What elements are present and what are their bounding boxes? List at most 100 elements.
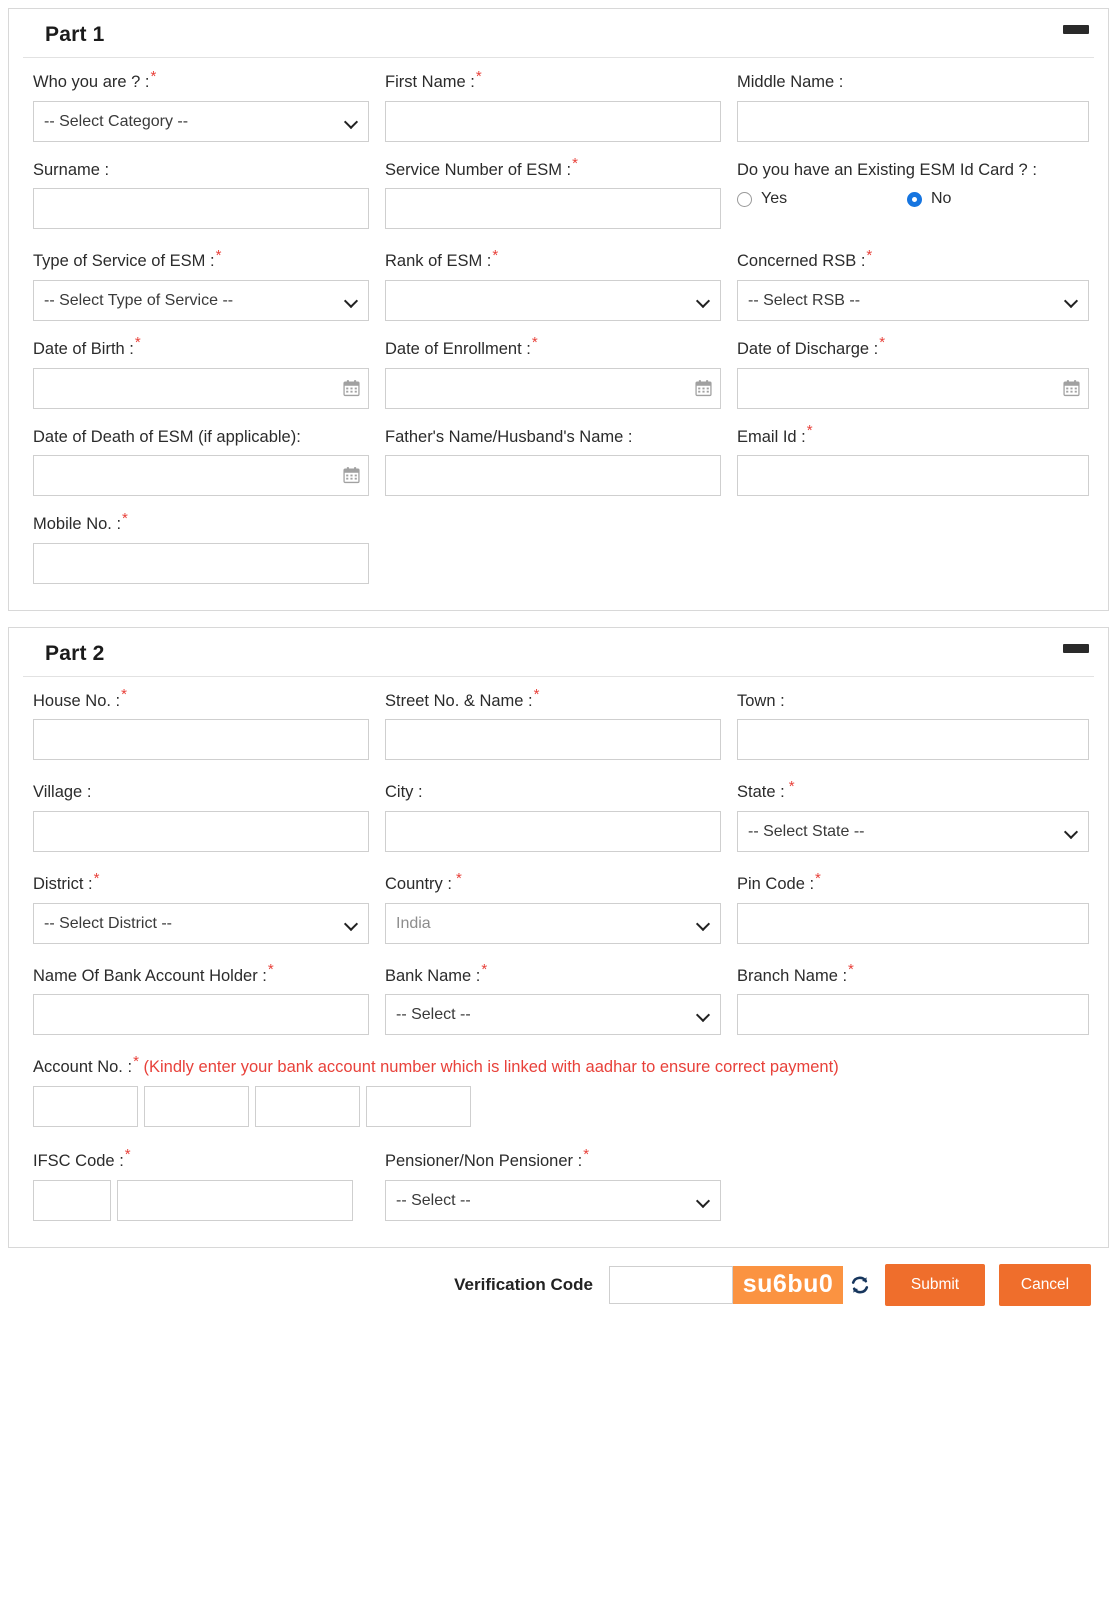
account-no-segment-2[interactable] [144,1085,249,1127]
father-husband-name-input[interactable] [385,455,721,497]
radio-option-no[interactable]: No [907,190,1077,208]
branch-name-input[interactable] [737,994,1089,1036]
country-select[interactable]: India [385,902,721,944]
mobile-no-input[interactable] [33,542,369,584]
field-bank-account-holder: Name Of Bank Account Holder :* [33,962,385,1036]
village-input[interactable] [33,811,369,852]
field-country: Country : * India [385,869,737,944]
state-select-wrap: -- Select State -- [737,811,1089,852]
rank-of-esm-select[interactable] [385,279,721,321]
radio-yes-label: Yes [761,190,788,208]
submit-button[interactable]: Submit [885,1263,985,1306]
field-rank-of-esm: Rank of ESM :* [385,248,737,321]
first-name-label: First Name :* [385,67,482,92]
type-of-service-select[interactable]: -- Select Type of Service -- [33,279,369,321]
refresh-icon [851,1276,869,1293]
who-you-are-select-wrap: -- Select Category -- [33,100,369,142]
date-of-death-input[interactable] [33,455,369,497]
field-surname: Surname : [33,160,385,230]
existing-esm-card-label: Do you have an Existing ESM Id Card ? : [737,160,1037,179]
city-input[interactable] [385,811,721,852]
field-middle-name: Middle Name : [737,72,1089,142]
account-no-note: (Kindly enter your bank account number w… [143,1058,839,1077]
part1-panel: Part 1 Who you are ? :* -- Select Catego… [8,8,1109,611]
account-no-label: Account No. :* (Kindly enter your bank a… [33,1052,839,1077]
pensioner-select[interactable]: -- Select -- [385,1179,721,1221]
form-row: Surname : Service Number of ESM :* Do yo… [33,156,1084,230]
pin-code-label: Pin Code :* [737,869,821,894]
part2-body: House No. :* Street No. & Name :* Town :… [9,677,1108,1247]
field-first-name: First Name :* [385,67,737,142]
rank-of-esm-select-wrap [385,279,721,321]
who-you-are-select[interactable]: -- Select Category -- [33,100,369,142]
street-no-name-input[interactable] [385,719,721,761]
account-no-segment-3[interactable] [255,1085,360,1127]
surname-input[interactable] [33,188,369,230]
ifsc-code-segment-1[interactable] [33,1179,111,1221]
type-of-service-select-wrap: -- Select Type of Service -- [33,279,369,321]
minus-icon[interactable] [1063,643,1089,653]
district-select-wrap: -- Select District -- [33,902,369,944]
date-of-discharge-label: Date of Discharge :* [737,334,886,358]
house-no-label: House No. :* [33,686,127,710]
state-label: State : * [737,777,795,802]
service-number-input[interactable] [385,188,721,230]
field-mobile-no: Mobile No. :* [33,509,385,584]
field-date-of-enrollment: Date of Enrollment :* [385,335,737,409]
verification-code-input[interactable] [609,1265,733,1304]
field-date-of-birth: Date of Birth :* [33,335,385,409]
house-no-input[interactable] [33,719,369,761]
surname-label: Surname : [33,160,110,179]
account-no-group [33,1085,1084,1127]
district-select[interactable]: -- Select District -- [33,902,369,944]
village-label: Village : [33,783,92,802]
field-district: District :* -- Select District -- [33,871,385,944]
bank-name-select[interactable]: -- Select -- [385,994,721,1036]
account-no-segment-4[interactable] [366,1085,471,1127]
first-name-input[interactable] [385,100,721,142]
part2-title: Part 2 [45,641,105,665]
ifsc-code-segment-2[interactable] [117,1179,353,1221]
pin-code-input[interactable] [737,902,1089,944]
radio-option-yes[interactable]: Yes [737,190,907,208]
field-type-of-service: Type of Service of ESM :* -- Select Type… [33,248,385,321]
cancel-button[interactable]: Cancel [999,1263,1091,1306]
field-date-of-discharge: Date of Discharge :* [737,334,1089,409]
form-row: Account No. :* (Kindly enter your bank a… [33,1052,1084,1127]
town-input[interactable] [737,719,1089,761]
town-label: Town : [737,691,785,710]
father-husband-name-label: Father's Name/Husband's Name : [385,427,633,446]
field-street-no-name: Street No. & Name :* [385,687,737,761]
date-of-enrollment-input[interactable] [385,367,721,409]
account-no-segment-1[interactable] [33,1085,138,1127]
minus-icon[interactable] [1063,25,1089,34]
country-label: Country : * [385,869,462,894]
concerned-rsb-label: Concerned RSB :* [737,246,873,271]
part1-title: Part 1 [45,23,105,46]
email-id-label: Email Id :* [737,422,813,446]
form-row: Village : City : State : * -- Select Stat… [33,779,1089,852]
field-existing-esm-card: Do you have an Existing ESM Id Card ? : … [737,160,1089,209]
mobile-no-label: Mobile No. :* [33,509,128,534]
bank-name-label: Bank Name :* [385,961,488,985]
date-of-death-wrap [33,455,369,497]
radio-no-icon[interactable] [907,191,922,207]
form-row: IFSC Code :* Pensioner/Non Pensioner :* … [33,1147,1084,1221]
part1-header: Part 1 [23,9,1094,58]
bank-account-holder-input[interactable] [33,994,369,1036]
middle-name-input[interactable] [737,100,1089,142]
form-row: Who you are ? :* -- Select Category -- F… [33,67,1089,142]
date-of-enrollment-wrap [385,367,721,409]
state-select[interactable]: -- Select State -- [737,811,1089,852]
concerned-rsb-select[interactable]: -- Select RSB -- [737,279,1089,321]
form-row: Type of Service of ESM :* -- Select Type… [33,248,1089,321]
date-of-birth-input[interactable] [33,367,369,409]
field-who-you-are: Who you are ? :* -- Select Category -- [33,69,385,142]
date-of-discharge-input[interactable] [737,367,1089,409]
date-of-birth-wrap [33,367,369,409]
radio-yes-icon[interactable] [737,191,752,207]
email-id-input[interactable] [737,455,1089,497]
country-select-wrap: India [385,902,721,944]
date-of-discharge-wrap [737,367,1089,409]
refresh-captcha-button[interactable] [843,1266,877,1304]
